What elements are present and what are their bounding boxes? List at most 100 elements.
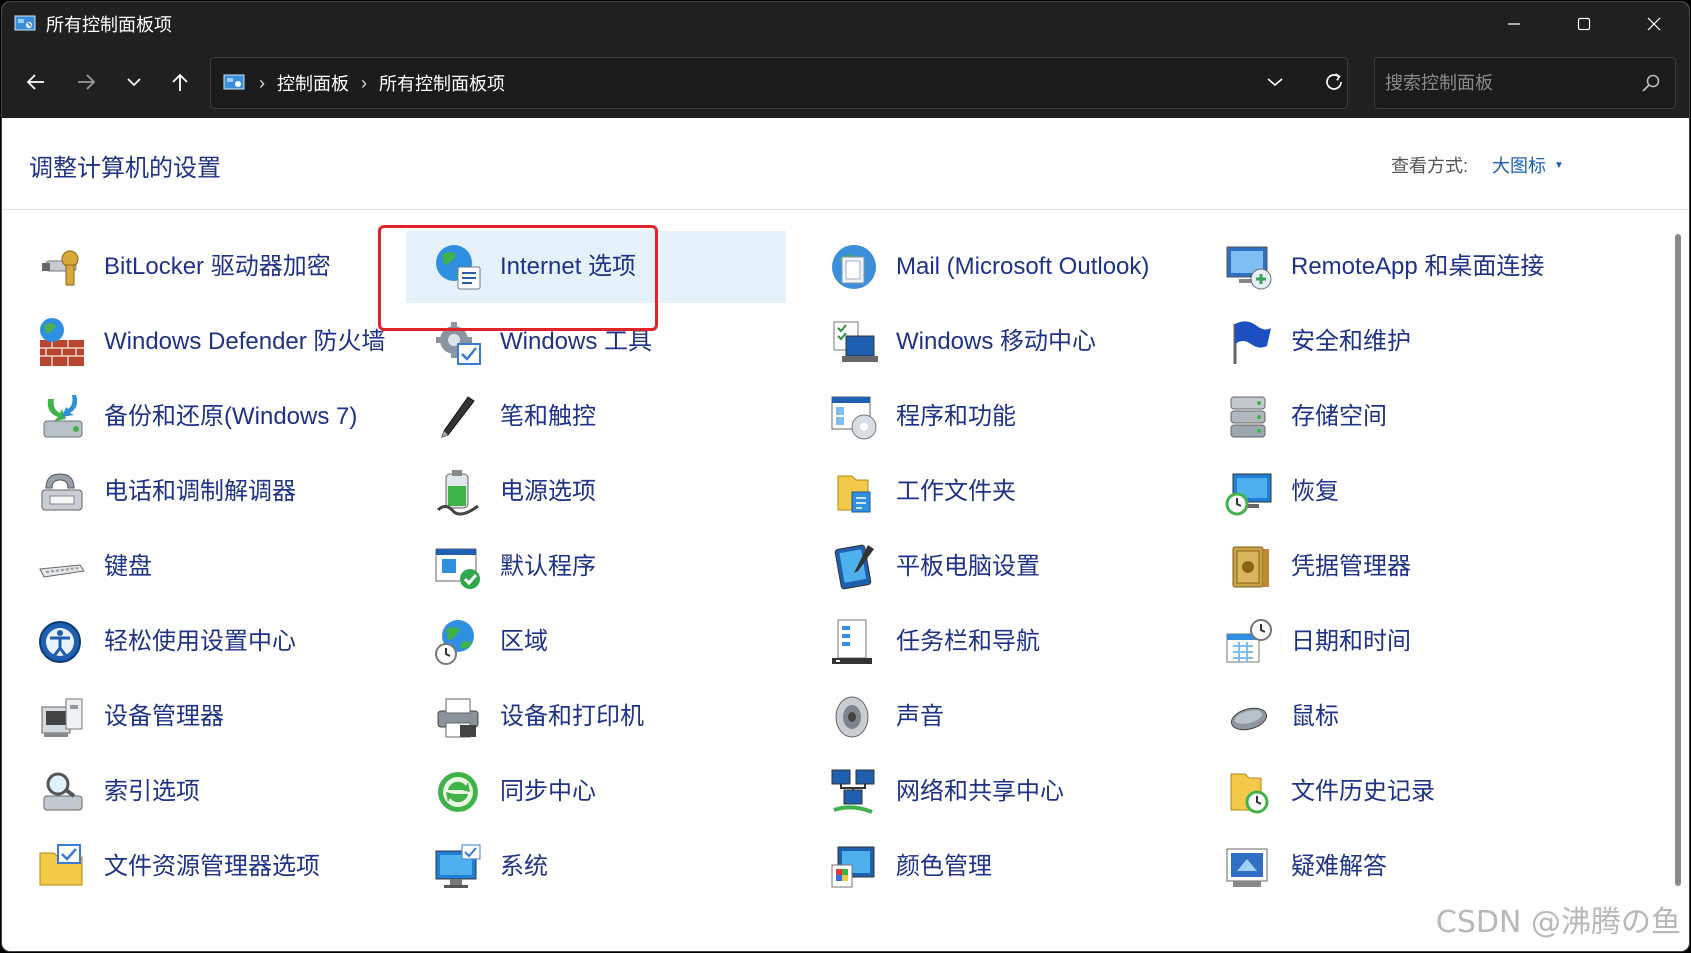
watermark: CSDN @沸腾の鱼 xyxy=(1435,905,1681,940)
security-flag-icon xyxy=(1233,321,1271,364)
control-panel-item[interactable]: 轻松使用设置中心 xyxy=(10,606,390,678)
default-programs-icon xyxy=(435,548,480,589)
tablet-icon xyxy=(834,544,874,590)
control-panel-item[interactable]: 备份和还原(Windows 7) xyxy=(10,381,390,453)
printer-icon xyxy=(437,698,479,738)
control-panel-item[interactable]: Mail (Microsoft Outlook) xyxy=(802,231,1181,303)
close-button[interactable] xyxy=(1619,2,1689,46)
control-panel-item[interactable]: 电源选项 xyxy=(406,456,786,528)
file-history-icon xyxy=(1230,773,1269,814)
control-panel-item[interactable]: Windows 移动中心 xyxy=(802,306,1181,378)
control-panel-item[interactable]: 颜色管理 xyxy=(802,831,1181,903)
control-panel-icon xyxy=(223,74,245,90)
control-panel-item[interactable]: 文件历史记录 xyxy=(1197,756,1581,828)
control-panel-item-label: 键盘 xyxy=(104,553,152,580)
control-panel-item[interactable]: 工作文件夹 xyxy=(802,456,1181,528)
control-panel-item-label: 区域 xyxy=(500,628,548,655)
control-panel-item[interactable]: 疑难解答 xyxy=(1197,831,1581,903)
control-panel-item[interactable]: 凭据管理器 xyxy=(1197,531,1581,603)
sound-icon xyxy=(835,696,869,738)
search-input[interactable] xyxy=(1385,72,1625,94)
ease-of-access-icon xyxy=(39,621,81,663)
control-panel-item[interactable]: 任务栏和导航 xyxy=(802,606,1181,678)
control-panel-item-label: 声音 xyxy=(896,703,944,730)
control-panel-item[interactable]: 鼠标 xyxy=(1197,681,1581,753)
control-panel-item[interactable]: 恢复 xyxy=(1197,456,1581,528)
control-panel-item-label: 索引选项 xyxy=(104,778,200,805)
control-panel-item[interactable]: 区域 xyxy=(406,606,786,678)
up-button[interactable] xyxy=(160,64,200,100)
breadcrumb-all-items[interactable]: 所有控制面板项 xyxy=(379,70,505,96)
control-panel-item-label: Windows 移动中心 xyxy=(896,328,1097,355)
control-panel-item[interactable]: 平板电脑设置 xyxy=(802,531,1181,603)
control-panel-item-label: 疑难解答 xyxy=(1291,853,1387,880)
folder-options-icon xyxy=(39,844,83,886)
control-panel-item[interactable]: 电话和调制解调器 xyxy=(10,456,390,528)
view-by-dropdown[interactable]: 大图标 ▼ xyxy=(1492,152,1564,178)
search-icon[interactable] xyxy=(1641,73,1661,93)
refresh-button[interactable] xyxy=(1314,64,1354,100)
control-panel-item[interactable]: BitLocker 驱动器加密 xyxy=(10,231,390,303)
programs-icon xyxy=(831,396,877,440)
color-management-icon xyxy=(831,846,875,888)
control-panel-item[interactable]: Windows Defender 防火墙 xyxy=(10,306,390,378)
minimize-icon xyxy=(1508,23,1520,25)
control-panel-item-label: 任务栏和导航 xyxy=(896,628,1040,655)
keyboard-icon xyxy=(39,564,85,578)
control-panel-item[interactable]: 笔和触控 xyxy=(406,381,786,453)
control-panel-item[interactable]: 同步中心 xyxy=(406,756,786,828)
indexing-icon xyxy=(43,772,83,811)
control-panel-item-label: 存储空间 xyxy=(1291,403,1387,430)
caret-down-icon: ▼ xyxy=(1554,159,1564,171)
address-history-button[interactable] xyxy=(1255,64,1295,100)
breadcrumb-control-panel[interactable]: 控制面板 xyxy=(277,70,349,96)
control-panel-item-label: 轻松使用设置中心 xyxy=(104,628,296,655)
date-time-icon xyxy=(1226,619,1272,663)
refresh-icon xyxy=(1326,73,1342,90)
control-panel-item[interactable]: 声音 xyxy=(802,681,1181,753)
maximize-icon xyxy=(1577,17,1591,31)
control-panel-icon xyxy=(14,15,36,31)
control-panel-item-label: 电源选项 xyxy=(500,478,596,505)
firewall-icon xyxy=(40,318,84,366)
control-panel-item[interactable]: 设备管理器 xyxy=(10,681,390,753)
control-panel-item[interactable]: 设备和打印机 xyxy=(406,681,786,753)
control-panel-item-label: 颜色管理 xyxy=(896,853,992,880)
maximize-button[interactable] xyxy=(1549,2,1619,46)
control-panel-item[interactable]: 存储空间 xyxy=(1197,381,1581,453)
control-panel-item[interactable]: 系统 xyxy=(406,831,786,903)
page-title: 调整计算机的设置 xyxy=(29,155,221,182)
control-panel-item[interactable]: 网络和共享中心 xyxy=(802,756,1181,828)
sync-icon xyxy=(438,772,478,812)
control-panel-item[interactable]: 索引选项 xyxy=(10,756,390,828)
control-panel-item-label: 文件历史记录 xyxy=(1291,778,1435,805)
page-header: 调整计算机的设置 查看方式: 大图标 ▼ xyxy=(2,118,1689,210)
mouse-icon xyxy=(1230,707,1268,731)
search-box xyxy=(1374,57,1676,109)
control-panel-item-label: 电话和调制解调器 xyxy=(104,478,296,505)
address-bar[interactable]: › 控制面板 › 所有控制面板项 xyxy=(210,57,1348,109)
highlight-annotation-box xyxy=(378,225,658,331)
minimize-button[interactable] xyxy=(1479,2,1549,46)
control-panel-item[interactable]: 文件资源管理器选项 xyxy=(10,831,390,903)
control-panel-item-label: 笔和触控 xyxy=(500,403,596,430)
forward-button[interactable] xyxy=(66,64,106,100)
breadcrumb-separator-icon: › xyxy=(259,72,265,93)
control-panel-item[interactable]: RemoteApp 和桌面连接 xyxy=(1197,231,1581,303)
credential-icon xyxy=(1232,546,1269,588)
network-icon xyxy=(831,769,875,814)
control-panel-item-label: 系统 xyxy=(500,853,548,880)
backup-icon xyxy=(43,395,83,438)
control-panel-item[interactable]: 安全和维护 xyxy=(1197,306,1581,378)
recent-locations-button[interactable] xyxy=(114,64,154,100)
recovery-icon xyxy=(1225,473,1272,516)
arrow-left-icon xyxy=(26,74,44,90)
control-panel-item[interactable]: 程序和功能 xyxy=(802,381,1181,453)
control-panel-item[interactable]: 默认程序 xyxy=(406,531,786,603)
control-panel-item[interactable]: 日期和时间 xyxy=(1197,606,1581,678)
back-button[interactable] xyxy=(16,64,56,100)
control-panel-item[interactable]: 键盘 xyxy=(10,531,390,603)
remoteapp-icon xyxy=(1226,246,1272,290)
vertical-scrollbar[interactable] xyxy=(1675,234,1681,886)
storage-icon xyxy=(1230,396,1266,438)
